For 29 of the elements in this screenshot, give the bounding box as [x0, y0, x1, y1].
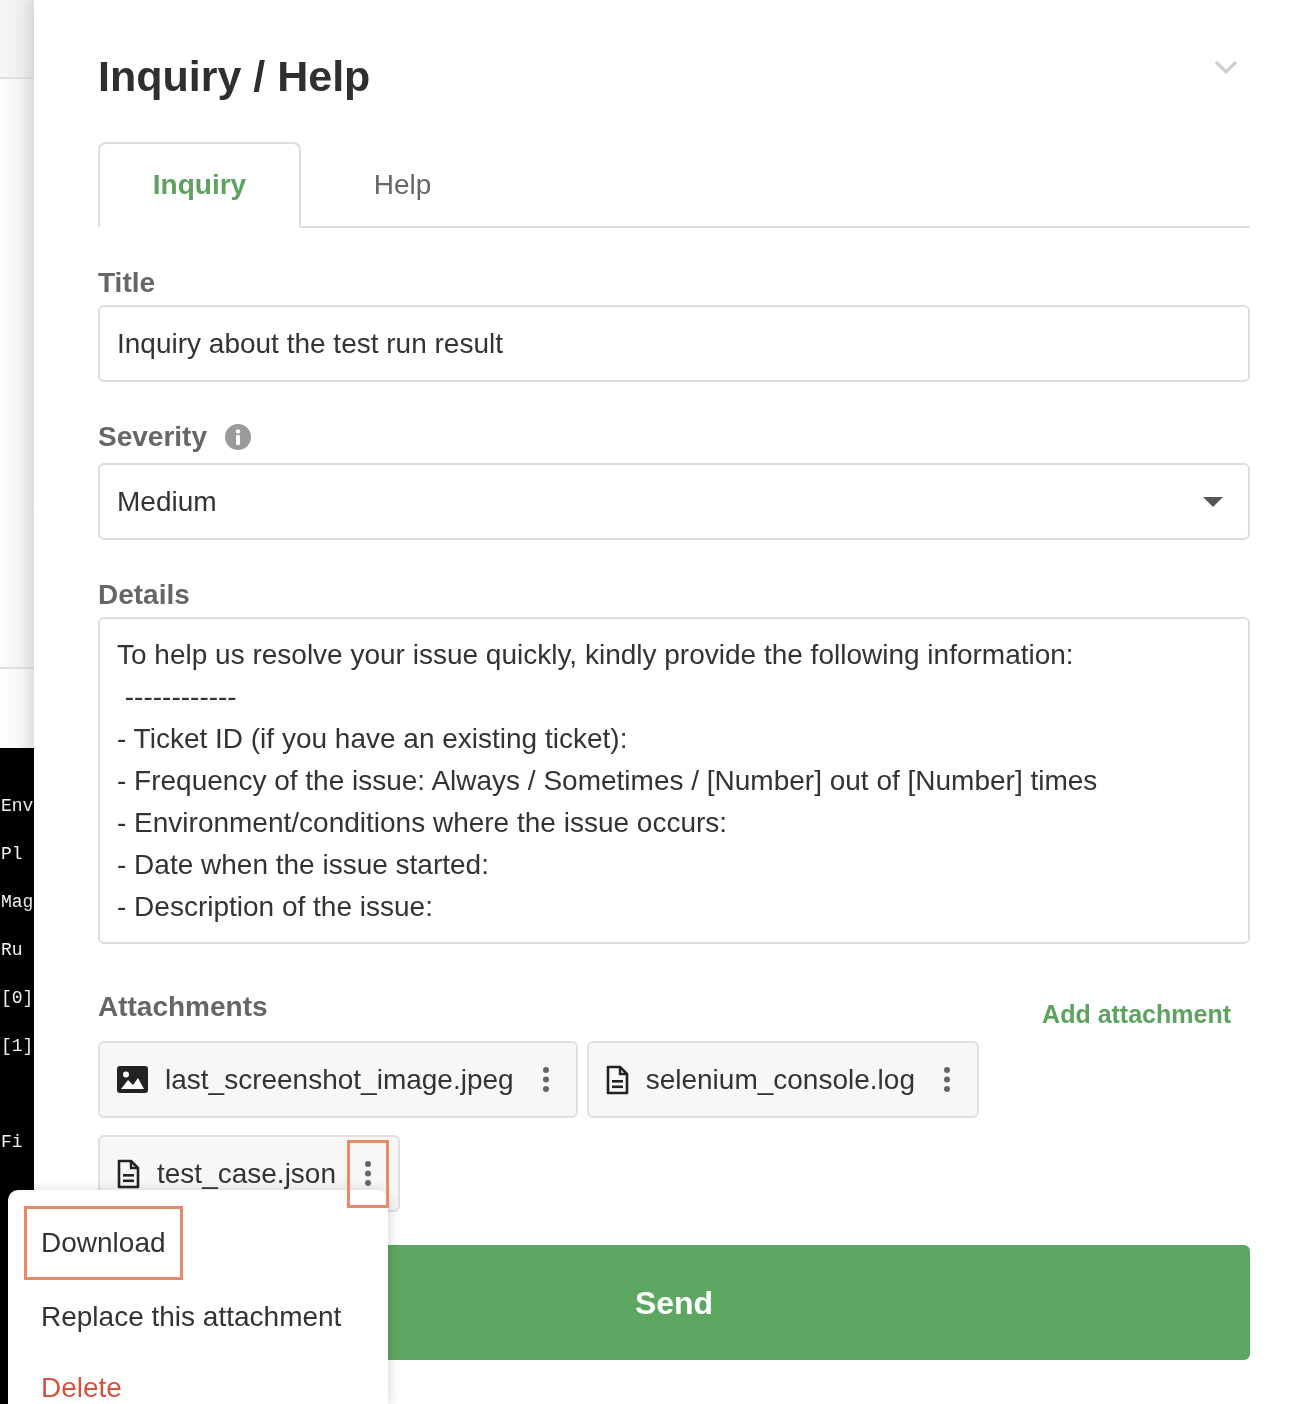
file-name: selenium_console.log	[645, 1064, 915, 1095]
terminal-text: [1]	[1, 1035, 34, 1058]
file-name: last_screenshot_image.jpeg	[165, 1064, 514, 1095]
details-field[interactable]: To help us resolve your issue quickly, kindly provide the following information: ------------ - Ticket ID (if you have an existing ticket): - Frequency of the issue: Always / Sometimes / [Number] out of [Number] times - Environment/conditions where the issue occurs: - Date when the issue started: - Description of the issue:	[98, 617, 1250, 944]
vertical-dots-icon	[943, 1067, 950, 1092]
vertical-dots-icon	[542, 1067, 549, 1092]
terminal-text: Mag	[1, 891, 34, 914]
document-icon	[605, 1064, 629, 1095]
terminal-text: Pl	[1, 843, 23, 866]
chevron-down-icon	[1214, 60, 1238, 75]
panel-title: Inquiry / Help	[98, 51, 371, 102]
caret-icon	[1203, 496, 1223, 507]
field-label: Details	[98, 578, 190, 612]
terminal-text: [0]	[1, 987, 34, 1010]
terminal-text: Env	[1, 795, 34, 818]
terminal-text: Ru	[1, 939, 23, 962]
field-label: Severity	[98, 420, 207, 454]
image-icon	[117, 1066, 148, 1093]
section-label: Attachments	[98, 990, 268, 1024]
tab[interactable]: Help	[301, 142, 504, 228]
title-field[interactable]: Inquiry about the test run result	[98, 305, 1250, 382]
document-icon	[117, 1158, 140, 1189]
info-icon	[224, 424, 251, 450]
more-options-button[interactable]	[347, 1139, 389, 1208]
severity-select[interactable]: Medium	[98, 463, 1250, 540]
field-label: Title	[98, 266, 156, 300]
vertical-dots-icon	[365, 1161, 371, 1186]
terminal-text: Fi	[1, 1131, 23, 1154]
file-name: test_case.json	[157, 1158, 336, 1189]
